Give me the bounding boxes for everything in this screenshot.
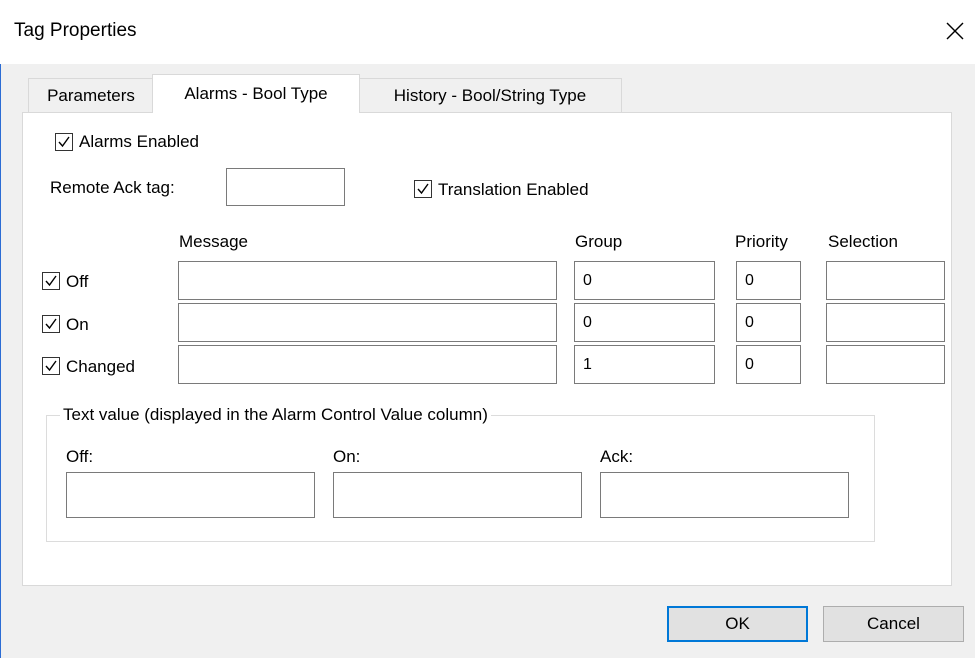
tab-parameters[interactable]: Parameters [28, 78, 154, 113]
changed-alarm-label: Changed [66, 357, 136, 376]
changed-alarm-checkbox[interactable] [42, 357, 60, 375]
changed-selection-input[interactable] [826, 345, 945, 384]
translation-enabled-checkbox[interactable] [414, 180, 432, 198]
check-icon [45, 275, 57, 287]
window-border [0, 64, 9, 658]
text-value-legend: Text value (displayed in the Alarm Contr… [60, 405, 491, 425]
off-priority-input[interactable]: 0 [736, 261, 801, 300]
priority-column-header: Priority [735, 232, 788, 251]
text-ack-label: Ack: [600, 447, 634, 466]
changed-group-input[interactable]: 1 [574, 345, 715, 384]
alarms-enabled-label: Alarms Enabled [79, 132, 200, 151]
cancel-button[interactable]: Cancel [823, 606, 964, 642]
tab-history-bool-string[interactable]: History - Bool/String Type [358, 78, 622, 113]
message-column-header: Message [179, 232, 248, 251]
text-on-label: On: [333, 447, 361, 466]
text-off-label: Off: [66, 447, 94, 466]
off-group-input[interactable]: 0 [574, 261, 715, 300]
title-bar [0, 0, 975, 64]
on-selection-input[interactable] [826, 303, 945, 342]
tab-label: History - Bool/String Type [393, 86, 587, 105]
check-icon [45, 360, 57, 372]
check-icon [58, 136, 70, 148]
cancel-button-label: Cancel [867, 614, 920, 633]
off-message-input[interactable] [178, 261, 557, 300]
on-alarm-label: On [66, 315, 89, 334]
tab-label: Alarms - Bool Type [184, 84, 328, 103]
off-selection-input[interactable] [826, 261, 945, 300]
ok-button-label: OK [725, 614, 750, 633]
group-column-header: Group [575, 232, 623, 251]
text-ack-input[interactable] [600, 472, 849, 518]
window-title: Tag Properties [14, 20, 137, 41]
translation-enabled-label: Translation Enabled [438, 180, 589, 199]
off-alarm-label: Off [66, 272, 89, 291]
on-alarm-checkbox[interactable] [42, 315, 60, 333]
on-priority-input[interactable]: 0 [736, 303, 801, 342]
remote-ack-input[interactable] [226, 168, 345, 206]
changed-message-input[interactable] [178, 345, 557, 384]
ok-button[interactable]: OK [667, 606, 808, 642]
tab-label: Parameters [47, 86, 135, 105]
changed-priority-input[interactable]: 0 [736, 345, 801, 384]
text-on-input[interactable] [333, 472, 582, 518]
check-icon [417, 183, 429, 195]
text-off-input[interactable] [66, 472, 315, 518]
check-icon [45, 318, 57, 330]
on-message-input[interactable] [178, 303, 557, 342]
selection-column-header: Selection [828, 232, 898, 251]
off-alarm-checkbox[interactable] [42, 272, 60, 290]
tab-alarms-bool[interactable]: Alarms - Bool Type [152, 74, 360, 113]
alarms-enabled-checkbox[interactable] [55, 133, 73, 151]
remote-ack-label: Remote Ack tag: [50, 178, 175, 197]
close-button[interactable] [938, 12, 972, 50]
close-icon [946, 22, 964, 40]
on-group-input[interactable]: 0 [574, 303, 715, 342]
